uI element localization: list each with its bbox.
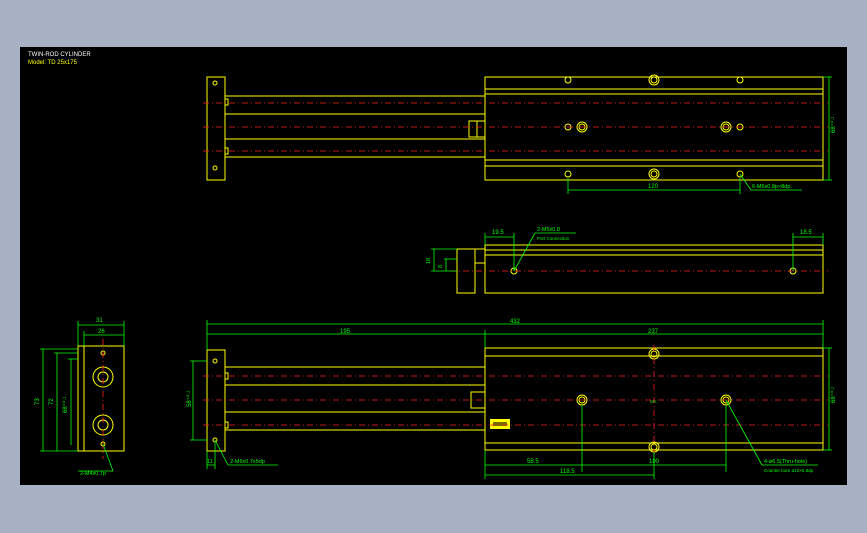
top-view-dimensions bbox=[567, 76, 832, 194]
middle-view-body bbox=[484, 244, 824, 294]
bottom-dim-body: 237 bbox=[648, 329, 659, 335]
bottom-dim-100: 100 bbox=[649, 459, 660, 465]
bottom-counterbore-note: Counter bore ø10×5.8dp bbox=[764, 468, 814, 473]
end-view bbox=[77, 345, 125, 452]
middle-dim-left-offset: 19.5 bbox=[492, 230, 504, 236]
top-view-end-plate bbox=[206, 76, 226, 181]
bottom-view-end-plate bbox=[206, 349, 226, 452]
title-block: TWIN-ROD CYLINDER Model: TD 25x175 bbox=[28, 52, 91, 66]
drawing-title: TWIN-ROD CYLINDER bbox=[28, 52, 91, 58]
middle-port-label: Port Connection bbox=[537, 236, 570, 241]
bottom-dim-plate-height: 58⁺⁰·¹ bbox=[186, 391, 193, 407]
bottom-view-dimensions bbox=[190, 320, 832, 479]
top-callout-tapped: 6-M6x0.8p×8dp. bbox=[752, 184, 792, 190]
top-view bbox=[206, 74, 824, 181]
bottom-dim-total: 432 bbox=[510, 319, 521, 325]
cad-drawing-canvas: TWIN-ROD CYLINDER Model: TD 25x175 120 6… bbox=[20, 47, 847, 485]
end-view-dimensions bbox=[40, 321, 125, 472]
top-view-centerlines bbox=[203, 102, 828, 152]
drawing-model: Model: TD 25x175 bbox=[28, 60, 78, 66]
end-callout-tapped: 2-M4x0.7p bbox=[80, 471, 106, 477]
top-view-body bbox=[484, 76, 824, 181]
bottom-view-centerlines bbox=[203, 345, 828, 455]
bottom-dim-11: 11 bbox=[207, 459, 213, 465]
end-dim-width-inner: 26 bbox=[98, 329, 105, 335]
middle-dim-right-offset: 18.5 bbox=[800, 230, 812, 236]
end-dim-height-outer: 73 bbox=[35, 398, 41, 405]
end-dim-height-inner: 68⁺⁰·¹ bbox=[62, 397, 69, 413]
end-dim-width-outer: 31 bbox=[96, 318, 103, 324]
top-dim-spacing: 120 bbox=[648, 184, 659, 190]
bottom-dim-height: 68⁺⁰·¹ bbox=[830, 387, 837, 403]
bottom-dim-118-5: 118.5 bbox=[560, 469, 575, 475]
end-dim-height-mid: 72 bbox=[49, 398, 55, 405]
bottom-dim-58-5: 58.5 bbox=[527, 459, 539, 465]
middle-dim-port-small: 8 bbox=[438, 265, 444, 268]
middle-view bbox=[456, 244, 824, 294]
middle-view-dimensions bbox=[431, 232, 824, 272]
bottom-center-text: MK bbox=[650, 399, 657, 404]
middle-dim-port-height: 18 bbox=[426, 258, 432, 264]
bottom-callout-through-holes: 4-ø6.5(Thru-hole) bbox=[764, 459, 807, 465]
bottom-dim-rod: 195 bbox=[340, 329, 351, 335]
bottom-callout-plate-holes: 2-M6x0.7x5dp bbox=[230, 459, 265, 465]
top-dim-height: 68⁺⁰·¹ bbox=[830, 117, 837, 133]
middle-port-callout: 2-M5x0.8 bbox=[537, 227, 560, 233]
